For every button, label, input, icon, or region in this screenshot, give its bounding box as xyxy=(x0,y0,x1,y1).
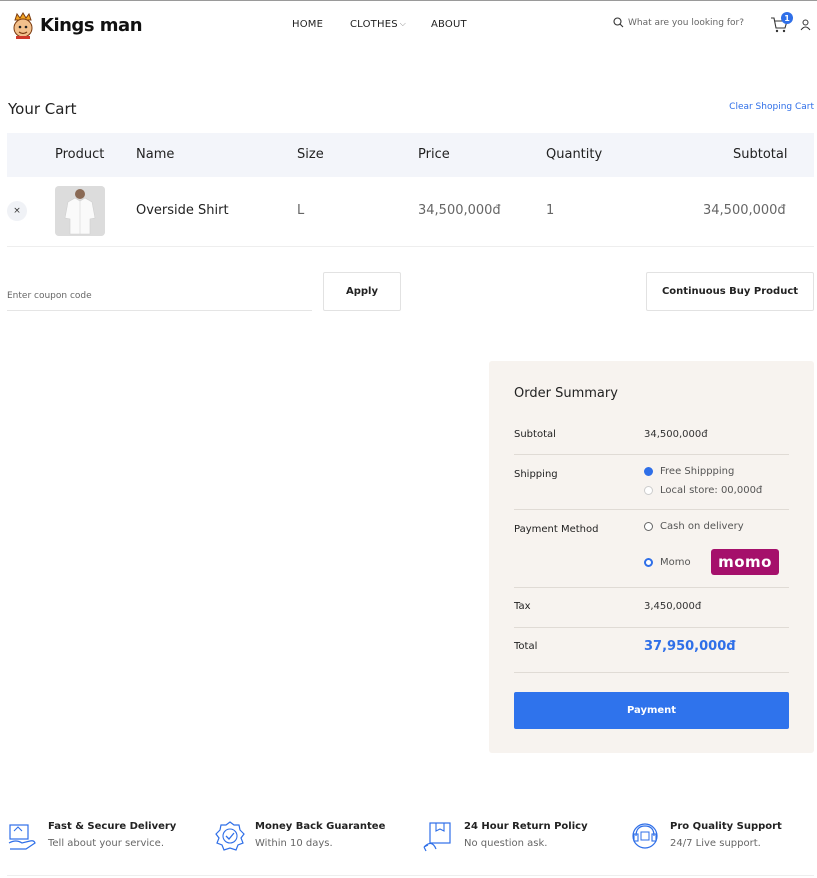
shipping-option-local[interactable]: Local store: 00,000đ xyxy=(644,485,762,496)
feature-subtitle: No question ask. xyxy=(464,838,548,849)
footer-divider xyxy=(7,875,814,876)
radio-unselected[interactable] xyxy=(644,522,653,531)
chevron-down-icon: ⌵ xyxy=(399,19,407,28)
feature-subtitle: Tell about your service. xyxy=(48,838,164,849)
item-size: L xyxy=(297,203,305,218)
header-quantity: Quantity xyxy=(546,147,603,162)
nav-clothes[interactable]: CLOTHES ⌵ xyxy=(350,19,406,30)
shipping-option-label: Free Shippping xyxy=(660,466,735,477)
feature-subtitle: 24/7 Live support. xyxy=(670,838,761,849)
feature-return-policy: 24 Hour Return Policy No question ask. xyxy=(422,821,588,853)
user-icon[interactable] xyxy=(800,19,811,31)
page-title: Your Cart xyxy=(8,100,77,118)
summary-shipping-row: Shipping Free Shippping Local store: 00,… xyxy=(514,455,789,510)
search-bar[interactable]: What are you looking for? xyxy=(613,17,744,28)
remove-item-button[interactable]: × xyxy=(7,201,27,221)
search-input[interactable]: What are you looking for? xyxy=(628,18,744,28)
return-box-icon xyxy=(423,822,451,852)
payment-method-label: Payment Method xyxy=(514,524,599,535)
feature-title: Fast & Secure Delivery xyxy=(48,821,177,832)
brand-name: Kings man xyxy=(40,14,143,36)
radio-selected[interactable] xyxy=(644,558,653,567)
apply-coupon-button[interactable]: Apply xyxy=(323,272,401,311)
shipping-label: Shipping xyxy=(514,469,558,480)
payment-option-label: Momo xyxy=(660,557,691,568)
total-label: Total xyxy=(514,641,538,652)
tax-value: 3,450,000đ xyxy=(644,601,702,612)
brand-logo[interactable]: Kings man xyxy=(10,11,143,39)
subtotal-label: Subtotal xyxy=(514,429,556,440)
table-row: × Overside Shirt L 34,500,000đ 1 34,500,… xyxy=(7,177,814,247)
feature-title: Money Back Guarantee xyxy=(255,821,386,832)
header-name: Name xyxy=(136,147,175,162)
radio-unselected[interactable] xyxy=(644,486,653,495)
payment-button[interactable]: Payment xyxy=(514,692,789,729)
header-product: Product xyxy=(55,147,105,162)
badge-check-icon xyxy=(215,821,245,851)
nav-home[interactable]: HOME xyxy=(292,19,323,30)
summary-tax-row: Tax 3,450,000đ xyxy=(514,588,789,628)
king-mascot-icon xyxy=(13,12,33,39)
shirt-image xyxy=(55,186,105,236)
summary-title: Order Summary xyxy=(514,386,618,401)
cart-count-badge: 1 xyxy=(781,12,793,24)
total-value: 37,950,000đ xyxy=(644,639,736,654)
header-size: Size xyxy=(297,147,324,162)
feature-money-back: Money Back Guarantee Within 10 days. xyxy=(215,821,385,855)
order-summary: Order Summary Subtotal 34,500,000đ Shipp… xyxy=(489,361,814,753)
cart-table-header: Product Name Size Price Quantity Subtota… xyxy=(7,133,814,177)
support-icon xyxy=(632,823,658,849)
header-subtotal: Subtotal xyxy=(733,147,788,162)
summary-total-row: Total 37,950,000đ xyxy=(514,628,789,673)
header-price: Price xyxy=(418,147,450,162)
subtotal-value: 34,500,000đ xyxy=(644,429,708,440)
coupon-input[interactable] xyxy=(7,272,312,311)
shipping-option-free[interactable]: Free Shippping xyxy=(644,466,734,477)
feature-support: Pro Quality Support 24/7 Live support. xyxy=(630,821,782,851)
delivery-icon xyxy=(8,824,36,850)
item-quantity[interactable]: 1 xyxy=(546,203,554,218)
momo-logo: momo xyxy=(711,549,779,575)
radio-selected[interactable] xyxy=(644,467,653,476)
feature-subtitle: Within 10 days. xyxy=(255,838,333,849)
item-name[interactable]: Overside Shirt xyxy=(136,203,229,218)
tax-label: Tax xyxy=(514,601,531,612)
feature-title: 24 Hour Return Policy xyxy=(464,821,588,832)
item-price: 34,500,000đ xyxy=(418,203,501,218)
shipping-option-label: Local store: 00,000đ xyxy=(660,485,763,496)
payment-option-cod[interactable]: Cash on delivery xyxy=(644,521,744,532)
payment-option-label: Cash on delivery xyxy=(660,521,744,532)
feature-title: Pro Quality Support xyxy=(670,821,782,832)
nav-clothes-label: CLOTHES xyxy=(350,19,398,30)
feature-delivery: Fast & Secure Delivery Tell about your s… xyxy=(8,821,176,851)
payment-option-momo[interactable]: Momo xyxy=(644,557,691,568)
search-icon xyxy=(613,17,624,28)
continue-shopping-button[interactable]: Continuous Buy Product xyxy=(646,272,814,311)
summary-subtotal-row: Subtotal 34,500,000đ xyxy=(514,419,789,455)
nav-about[interactable]: ABOUT xyxy=(431,19,467,30)
clear-cart-link[interactable]: Clear Shoping Cart xyxy=(729,102,814,112)
top-border xyxy=(0,0,817,1)
item-subtotal: 34,500,000đ xyxy=(703,203,786,218)
product-image[interactable] xyxy=(55,186,105,236)
